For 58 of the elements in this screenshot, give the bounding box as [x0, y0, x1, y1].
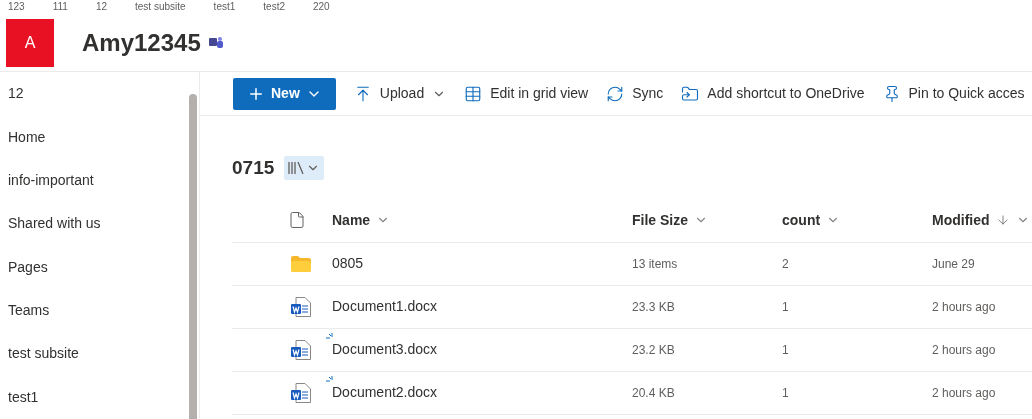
site-logo: A: [6, 18, 54, 67]
column-header[interactable]: Modified: [932, 209, 1032, 231]
table-cell-text: 13 items: [632, 255, 679, 273]
teams-icon: [208, 35, 223, 50]
folder-icon: [291, 255, 311, 272]
sidebar-item[interactable]: test subsite: [0, 332, 199, 376]
top-nav-link[interactable]: test2: [263, 2, 285, 12]
file-name-link[interactable]: Document2.docx: [332, 382, 438, 403]
table-cell-text: June 29: [932, 255, 976, 273]
toolbar-button[interactable]: Upload: [353, 77, 447, 110]
column-header[interactable]: count: [782, 209, 932, 231]
toolbar-button[interactable]: Edit in grid view: [464, 77, 589, 110]
sidebar-item[interactable]: Shared with us: [0, 202, 199, 246]
top-nav-link[interactable]: test1: [213, 2, 236, 12]
library-title: 0715: [232, 156, 275, 180]
sidebar-item[interactable]: test1: [0, 375, 199, 419]
sidebar-item[interactable]: Teams: [0, 288, 199, 333]
table-cell-text: 23.3 KB: [632, 298, 676, 316]
new-button[interactable]: New: [233, 77, 336, 110]
top-nav-link[interactable]: 220: [313, 2, 330, 12]
word-document-icon: [291, 339, 311, 360]
file-name-link[interactable]: 0805: [332, 253, 364, 274]
word-document-icon: [291, 296, 311, 317]
top-nav-link[interactable]: test subsite: [135, 2, 186, 12]
file-name-link[interactable]: Document3.docx: [332, 339, 438, 360]
sync-icon: [606, 84, 625, 103]
table-cell-text: 1: [782, 341, 790, 359]
sidebar-item[interactable]: Home: [0, 115, 199, 159]
table-cell-text: 2: [782, 255, 790, 273]
view-switcher[interactable]: [284, 156, 325, 181]
table-cell-text: 1: [782, 298, 790, 316]
sidebar-item[interactable]: Pages: [0, 245, 199, 289]
new-item-icon: [326, 333, 334, 339]
new-item-icon: [326, 376, 334, 382]
grid-icon: [464, 84, 483, 103]
table-cell-text: 1: [782, 384, 790, 402]
toolbar-button[interactable]: Sync: [606, 77, 664, 110]
column-header[interactable]: File Size: [632, 209, 782, 231]
column-header[interactable]: Name: [332, 209, 632, 231]
scrollbar[interactable]: [189, 94, 197, 419]
table-cell-text: 23.2 KB: [632, 341, 676, 359]
file-type-icon: [288, 211, 306, 229]
table-cell-text: 2 hours ago: [932, 298, 997, 316]
table-cell-text: 20.4 KB: [632, 384, 676, 402]
sidebar-item[interactable]: info-important: [0, 158, 199, 203]
toolbar-button[interactable]: Pin to Quick acces: [882, 77, 1025, 110]
site-title: Amy12345: [82, 27, 201, 58]
shortcut-icon: [681, 84, 700, 103]
top-nav-link[interactable]: 123: [8, 2, 25, 12]
word-document-icon: [291, 382, 311, 403]
table-cell-text: 2 hours ago: [932, 341, 997, 359]
file-name-link[interactable]: Document1.docx: [332, 296, 438, 317]
sidebar-item[interactable]: 12: [0, 72, 199, 116]
top-nav-link[interactable]: 12: [95, 2, 107, 12]
top-nav-link[interactable]: 111: [52, 2, 68, 12]
toolbar-button[interactable]: Add shortcut to OneDrive: [681, 77, 865, 110]
table-cell-text: 2 hours ago: [932, 384, 997, 402]
library-icon: [288, 162, 305, 175]
